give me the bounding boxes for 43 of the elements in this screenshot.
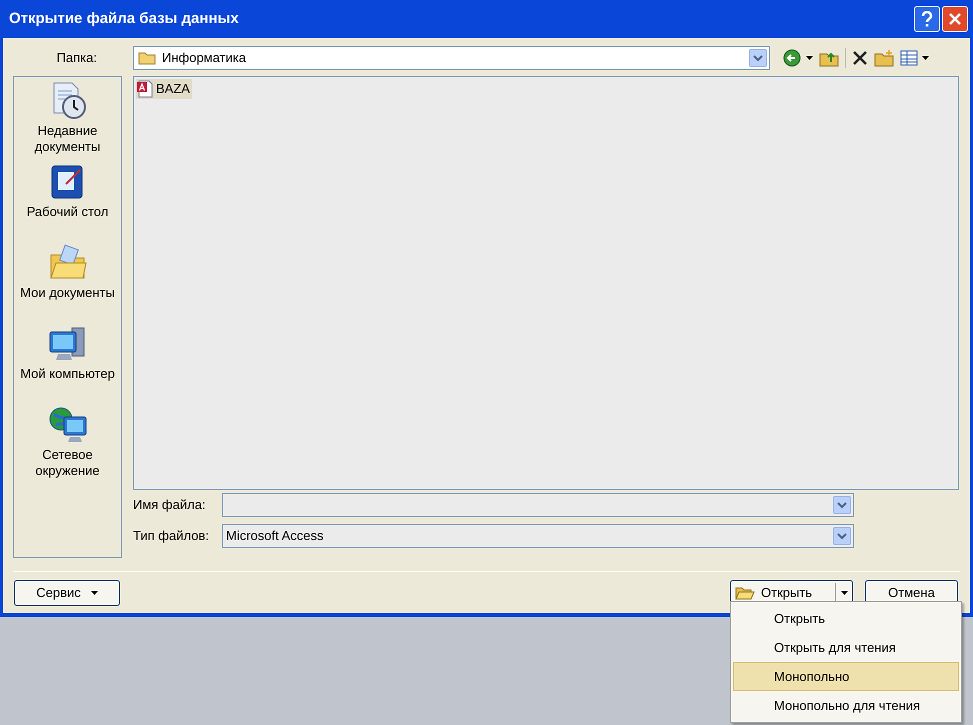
- chevron-down-icon: [753, 54, 763, 62]
- close-button[interactable]: [942, 6, 968, 32]
- window-title: Открытие файла базы данных: [9, 8, 240, 29]
- folder-value: Информатика: [162, 49, 247, 68]
- places-item[interactable]: Сетевое окружение: [18, 405, 118, 486]
- places-item[interactable]: Мой компьютер: [18, 324, 118, 405]
- caret-icon: [90, 591, 98, 595]
- database-file-icon: [136, 80, 154, 98]
- grid-view-icon: [900, 50, 918, 66]
- dropdown-button[interactable]: [833, 496, 851, 514]
- file-type-combo[interactable]: Microsoft Access: [222, 524, 854, 548]
- file-item[interactable]: BAZA: [136, 79, 192, 99]
- folder-combo[interactable]: Информатика: [133, 46, 770, 70]
- network-icon: [48, 405, 88, 445]
- caret-icon: [922, 56, 929, 60]
- caret-icon: [840, 591, 848, 595]
- places-item[interactable]: Рабочий стол: [18, 162, 118, 243]
- menu-item[interactable]: Открыть для чтения: [733, 633, 959, 662]
- chevron-down-icon: [837, 502, 847, 508]
- views-button[interactable]: [900, 50, 929, 66]
- back-button[interactable]: [783, 49, 813, 67]
- menu-item[interactable]: Монопольно для чтения: [733, 691, 959, 720]
- file-name-label: Имя файла:: [133, 496, 207, 514]
- caret-icon: [806, 56, 813, 60]
- help-button[interactable]: [914, 6, 940, 32]
- open-folder-icon: [735, 585, 755, 601]
- help-icon: [921, 11, 933, 27]
- places-item[interactable]: Недавние документы: [18, 81, 118, 162]
- delete-icon[interactable]: [852, 50, 868, 66]
- close-icon: [948, 12, 962, 26]
- dropdown-button[interactable]: [749, 49, 767, 67]
- folder-label: Папка:: [56, 49, 98, 68]
- new-folder-icon[interactable]: [874, 49, 894, 67]
- file-type-label: Тип файлов:: [133, 527, 210, 546]
- chevron-down-icon: [837, 532, 847, 540]
- menu-item[interactable]: Открыть: [733, 604, 959, 633]
- file-name-field[interactable]: [222, 493, 854, 517]
- file-type-value: Microsoft Access: [225, 527, 325, 546]
- menu-item[interactable]: Монопольно: [733, 662, 959, 691]
- tools-button[interactable]: Сервис: [14, 580, 120, 606]
- places-item[interactable]: Мои документы: [18, 243, 118, 324]
- dropdown-button[interactable]: [833, 527, 851, 545]
- folder-icon: [138, 51, 156, 65]
